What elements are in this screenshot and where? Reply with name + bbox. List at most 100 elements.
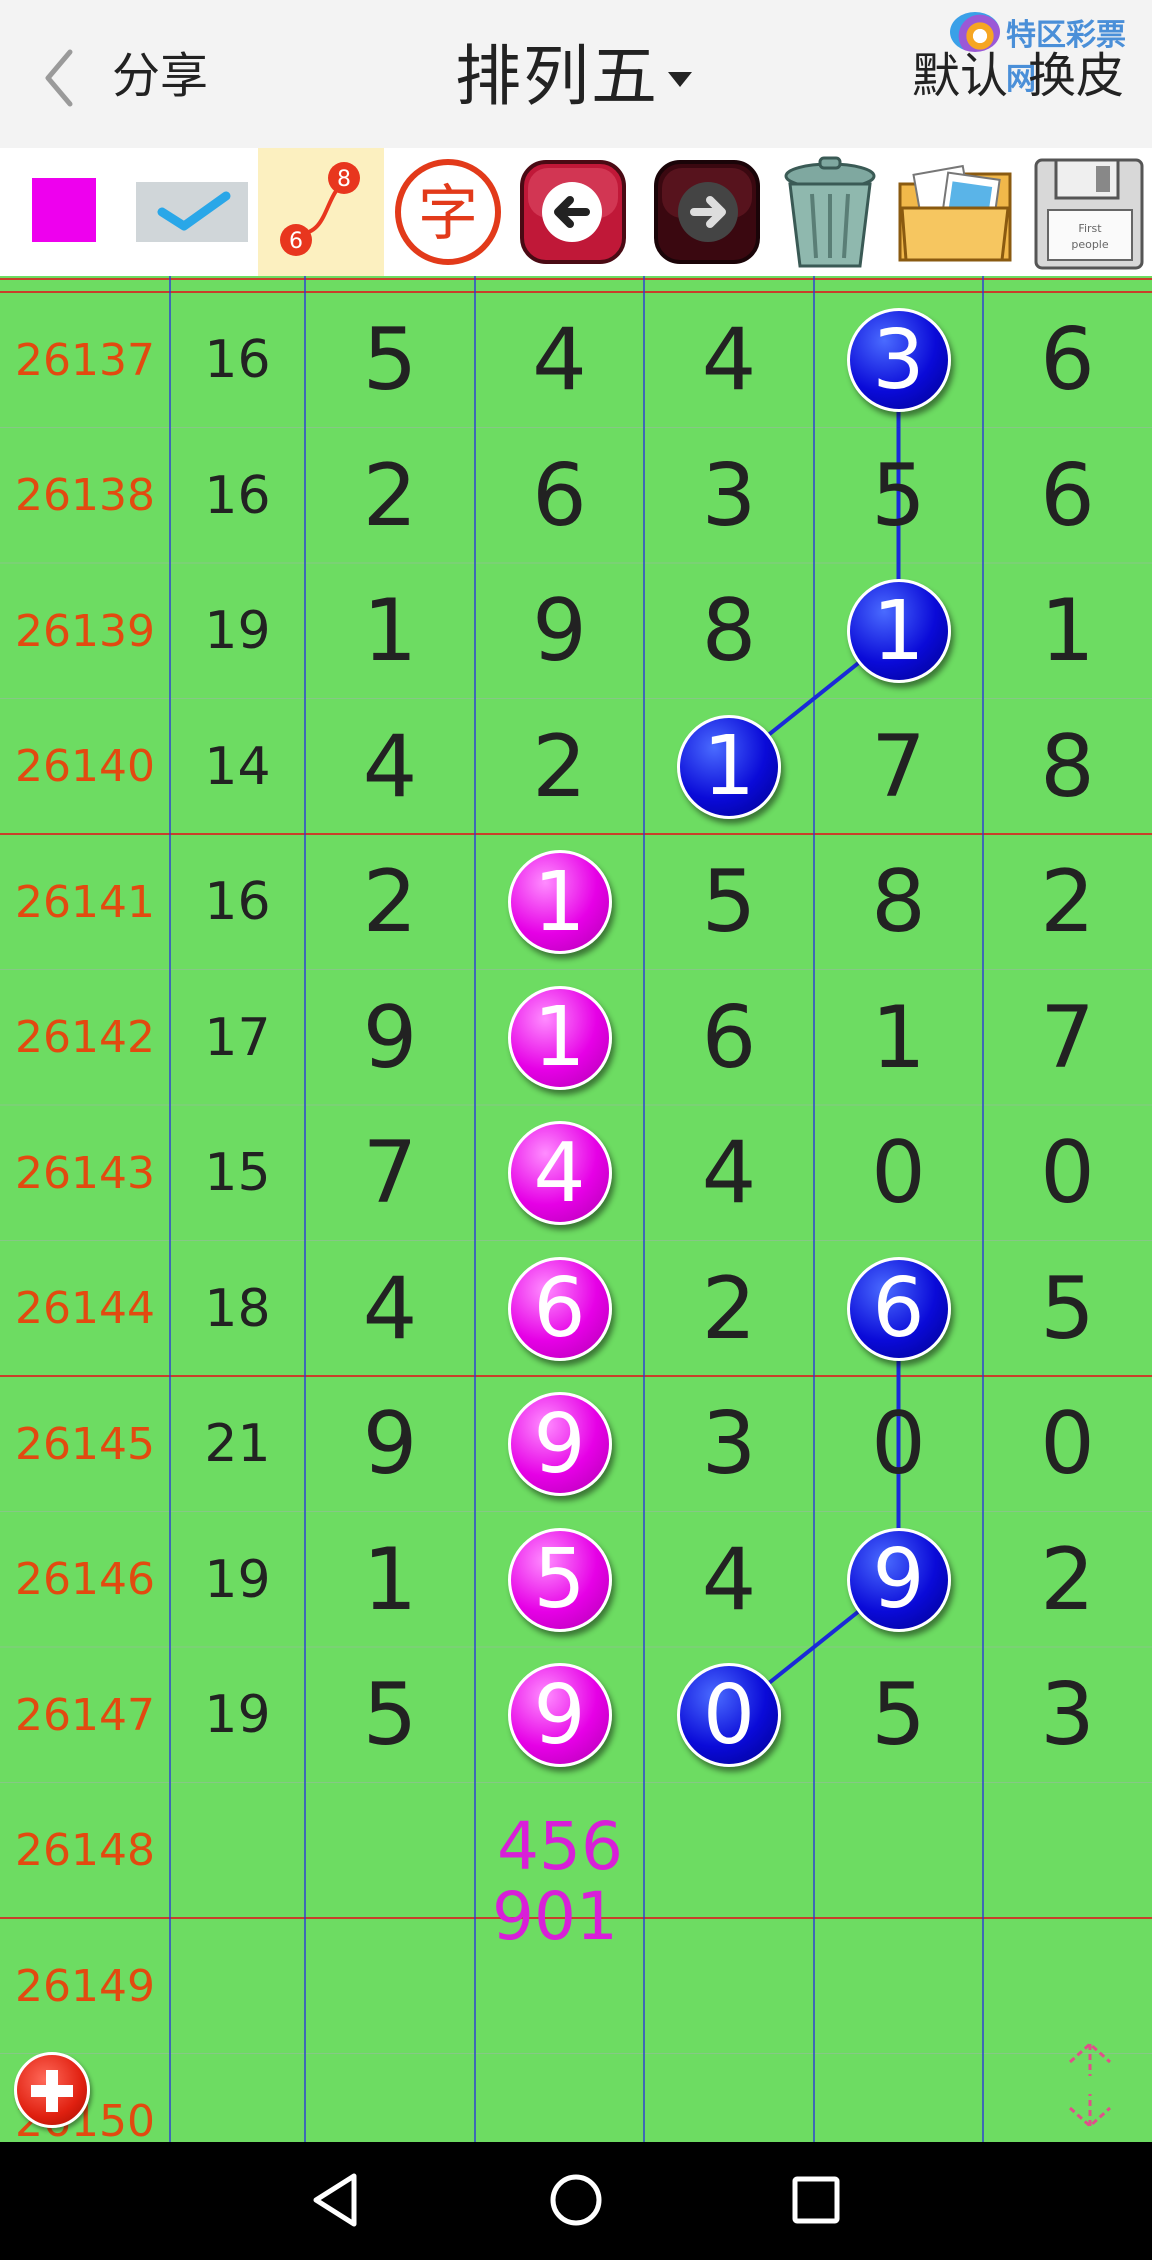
- digit-position-4: 5: [871, 445, 926, 546]
- floppy-disk-save-icon[interactable]: First people: [1026, 148, 1150, 276]
- page-title[interactable]: 排列五: [455, 38, 659, 116]
- digit-position-1: 2: [362, 445, 418, 546]
- digit-position-1: [305, 1918, 475, 2054]
- nav-recents-icon[interactable]: [792, 2176, 840, 2224]
- digit-position-2: 6: [475, 1241, 644, 1377]
- blue-ball: 1: [677, 714, 781, 819]
- digit-position-4: 8: [871, 852, 926, 952]
- digit-position-5: 5: [1040, 1258, 1095, 1359]
- trash-can-icon[interactable]: [768, 148, 890, 276]
- magenta-ball: 9: [507, 1392, 612, 1496]
- svg-text:字: 字: [418, 179, 478, 249]
- digit-sum: 19: [204, 601, 271, 661]
- sequence-glyph: 8 6: [280, 162, 360, 256]
- digit-position-3: [644, 2054, 814, 2143]
- digit-position-1: 9: [362, 1394, 418, 1494]
- back-chevron-icon[interactable]: [40, 48, 80, 108]
- digit-sum: [170, 1918, 305, 2054]
- digit-position-2: [475, 2054, 644, 2143]
- scroll-up-down-icon[interactable]: [1060, 2040, 1120, 2130]
- digit-position-5: 6: [1040, 310, 1095, 410]
- next-arrow-icon[interactable]: [648, 148, 766, 276]
- app-header: 分享 排列五 特区彩票网 默认 换皮: [0, 0, 1152, 148]
- photo-folder-icon[interactable]: [892, 148, 1018, 276]
- blue-ball: 9: [846, 1527, 951, 1632]
- svg-text:8: 8: [337, 167, 351, 192]
- table-row[interactable]: 26145 21 9 9 3 0 0: [0, 1376, 1152, 1512]
- checkmark-icon[interactable]: [136, 182, 248, 242]
- table-row[interactable]: 26146 19 1 5 4 9 2: [0, 1512, 1152, 1648]
- digit-position-5: 3: [1040, 1665, 1095, 1765]
- previous-arrow-icon[interactable]: [514, 148, 632, 276]
- digit-position-1: [305, 2054, 475, 2143]
- digit-position-4: 1: [814, 563, 983, 699]
- zi-character-icon[interactable]: 字: [392, 148, 504, 276]
- digit-position-1: 7: [362, 1123, 418, 1223]
- digit-position-2: 5: [475, 1512, 644, 1648]
- issue-number: 26139: [15, 605, 155, 657]
- table-row[interactable]: 26142 17 9 1 6 1 7: [0, 970, 1152, 1106]
- caret-down-icon[interactable]: [668, 72, 692, 87]
- digit-position-2: 9: [475, 1647, 644, 1783]
- issue-number: 26143: [15, 1147, 155, 1199]
- nav-home-icon[interactable]: [550, 2174, 602, 2226]
- issue-number: 26146: [15, 1554, 155, 1605]
- table-row[interactable]: 26140 14 4 2 1 7 8: [0, 699, 1152, 835]
- issue-number: 26141: [15, 876, 155, 928]
- nav-back-icon[interactable]: [313, 2173, 357, 2227]
- digit-sum: 16: [204, 872, 271, 932]
- blue-ball: 3: [846, 308, 951, 412]
- checkmark-glyph: [157, 191, 231, 231]
- digit-position-3: 3: [701, 445, 757, 546]
- svg-text:people: people: [1071, 238, 1109, 251]
- svg-text:First: First: [1078, 222, 1102, 235]
- digit-position-1: 5: [362, 310, 418, 410]
- magenta-color-swatch-icon[interactable]: [32, 178, 96, 242]
- table-row[interactable]: 26138 16 2 6 3 5 6: [0, 428, 1152, 564]
- table-row[interactable]: 26141 16 2 1 5 8 2: [0, 834, 1152, 970]
- table-row[interactable]: 26139 19 1 9 8 1 1: [0, 563, 1152, 699]
- sequence-icon[interactable]: 8 6: [258, 148, 384, 276]
- zi-glyph: 字: [395, 159, 501, 265]
- issue-number: 26137: [15, 334, 155, 386]
- digit-position-4: 0: [871, 1123, 926, 1223]
- next-arrow-glyph: [654, 160, 760, 264]
- toolbar: 8 6 字 First people: [0, 148, 1152, 276]
- digit-position-3: 4: [701, 1123, 757, 1223]
- magenta-ball: 4: [507, 1121, 612, 1225]
- table-row[interactable]: 26144 18 4 6 2 6 5: [0, 1241, 1152, 1377]
- blue-ball: 6: [846, 1256, 951, 1361]
- digit-position-1: 5: [362, 1665, 418, 1765]
- digit-position-4: 5: [871, 1665, 926, 1765]
- digit-position-1: 4: [362, 1258, 418, 1359]
- table-row[interactable]: 26137 16 5 4 4 3 6: [0, 292, 1152, 428]
- digit-position-3: 2: [701, 1258, 757, 1359]
- issue-number: 26145: [15, 1418, 155, 1470]
- digit-position-4: 3: [814, 292, 983, 428]
- digit-position-5: 0: [1040, 1394, 1095, 1494]
- digit-position-1: 9: [362, 987, 418, 1088]
- magenta-ball: 9: [507, 1663, 612, 1767]
- digit-position-5: [983, 1918, 1152, 2054]
- digit-position-1: [305, 1783, 475, 1919]
- table-row[interactable]: 26147 19 5 9 0 5 3: [0, 1647, 1152, 1783]
- digit-position-2: 2: [532, 716, 587, 817]
- issue-number: 26142: [15, 1012, 155, 1063]
- prev-arrow-glyph: [520, 160, 626, 264]
- share-button[interactable]: 分享: [112, 46, 208, 106]
- digit-position-5: [983, 1783, 1152, 1919]
- digit-sum: 21: [204, 1414, 271, 1474]
- change-skin-button[interactable]: 换皮: [1028, 46, 1124, 106]
- digit-position-4: 0: [871, 1394, 926, 1494]
- number-trend-grid[interactable]: 26137 16 5 4 4 3 6 26138 16 2 6 3 5 6 26139 19 1 9 8 1 1 2614…: [0, 276, 1152, 2142]
- default-button[interactable]: 默认: [912, 46, 1008, 106]
- digit-position-3: 0: [644, 1647, 814, 1783]
- system-navigation-bar: [0, 2142, 1152, 2260]
- issue-number: 26144: [15, 1283, 155, 1334]
- add-button[interactable]: [14, 2052, 90, 2128]
- table-row[interactable]: 26150: [0, 2054, 1152, 2143]
- digit-position-3: 8: [701, 581, 757, 681]
- digit-sum: 18: [204, 1278, 271, 1339]
- prediction-line-2: 901: [492, 1878, 618, 1955]
- table-row[interactable]: 26143 15 7 4 4 0 0: [0, 1105, 1152, 1241]
